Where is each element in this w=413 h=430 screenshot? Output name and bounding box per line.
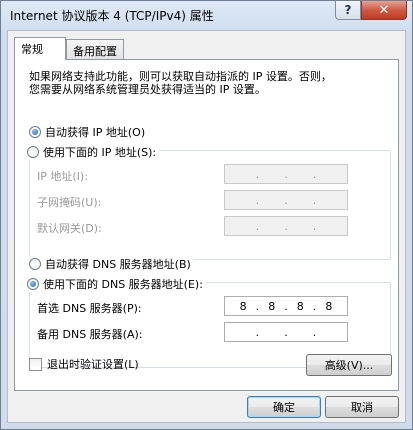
ip-address-field[interactable]: . . . [224, 164, 348, 184]
preferred-dns-field[interactable]: 8. 8. 8. 8 [224, 296, 348, 316]
tab-alternate-config[interactable]: 备用配置 [66, 39, 124, 59]
radio-ip-auto-label: 自动获得 IP 地址(O) [45, 126, 146, 139]
advanced-button[interactable]: 高级(V)... [306, 354, 392, 376]
radio-ip-auto-indicator[interactable] [29, 126, 41, 138]
tab-panel-general: 如果网络支持此功能，则可以获取自动指派的 IP 设置。否则， 您需要从网络系统管… [14, 59, 399, 391]
dialog-window: Internet 协议版本 4 (TCP/IPv4) 属性 ? ✕ 常规 备用配… [0, 0, 413, 430]
radio-ip-manual-label: 使用下面的 IP 地址(S): [43, 146, 157, 159]
close-icon: ✕ [378, 2, 390, 18]
radio-ip-manual[interactable]: 使用下面的 IP 地址(S): [27, 144, 160, 160]
help-button[interactable]: ? [335, 1, 361, 20]
title-bar[interactable]: Internet 协议版本 4 (TCP/IPv4) 属性 ? ✕ [1, 1, 412, 29]
validate-on-exit-label: 退出时验证设置(L) [47, 358, 139, 371]
alternate-dns-label: 备用 DNS 服务器(A): [37, 328, 143, 341]
radio-dns-manual[interactable]: 使用下面的 DNS 服务器地址(E): [27, 276, 206, 292]
tab-general[interactable]: 常规 [14, 37, 66, 60]
radio-dns-auto-label: 自动获得 DNS 服务器地址(B) [45, 258, 191, 271]
preferred-dns-label: 首选 DNS 服务器(P): [37, 302, 142, 315]
ip-address-label: IP 地址(I): [37, 170, 88, 183]
cancel-button[interactable]: 取消 [325, 396, 399, 418]
close-button[interactable]: ✕ [361, 1, 407, 20]
alternate-dns-field[interactable]: . . . [224, 322, 348, 342]
default-gateway-field[interactable]: . . . [224, 216, 348, 236]
default-gateway-label: 默认网关(D): [37, 222, 102, 235]
subnet-mask-label: 子网掩码(U): [37, 196, 102, 209]
radio-dns-auto-indicator[interactable] [29, 258, 41, 270]
radio-ip-manual-indicator[interactable] [27, 146, 39, 158]
radio-dns-manual-label: 使用下面的 DNS 服务器地址(E): [43, 278, 203, 291]
window-title: Internet 协议版本 4 (TCP/IPv4) 属性 [10, 9, 214, 23]
radio-ip-auto[interactable]: 自动获得 IP 地址(O) [29, 124, 149, 140]
help-icon: ? [344, 3, 352, 17]
radio-dns-auto[interactable]: 自动获得 DNS 服务器地址(B) [29, 256, 194, 272]
dialog-content: 常规 备用配置 如果网络支持此功能，则可以获取自动指派的 IP 设置。否则， 您… [7, 30, 406, 423]
radio-dns-manual-indicator[interactable] [27, 278, 39, 290]
validate-on-exit[interactable]: 退出时验证设置(L) [29, 356, 139, 372]
validate-on-exit-checkbox[interactable] [29, 357, 42, 371]
subnet-mask-field[interactable]: . . . [224, 190, 348, 210]
ok-button[interactable]: 确定 [247, 396, 321, 418]
description-text: 如果网络支持此功能，则可以获取自动指派的 IP 设置。否则， 您需要从网络系统管… [29, 70, 332, 96]
